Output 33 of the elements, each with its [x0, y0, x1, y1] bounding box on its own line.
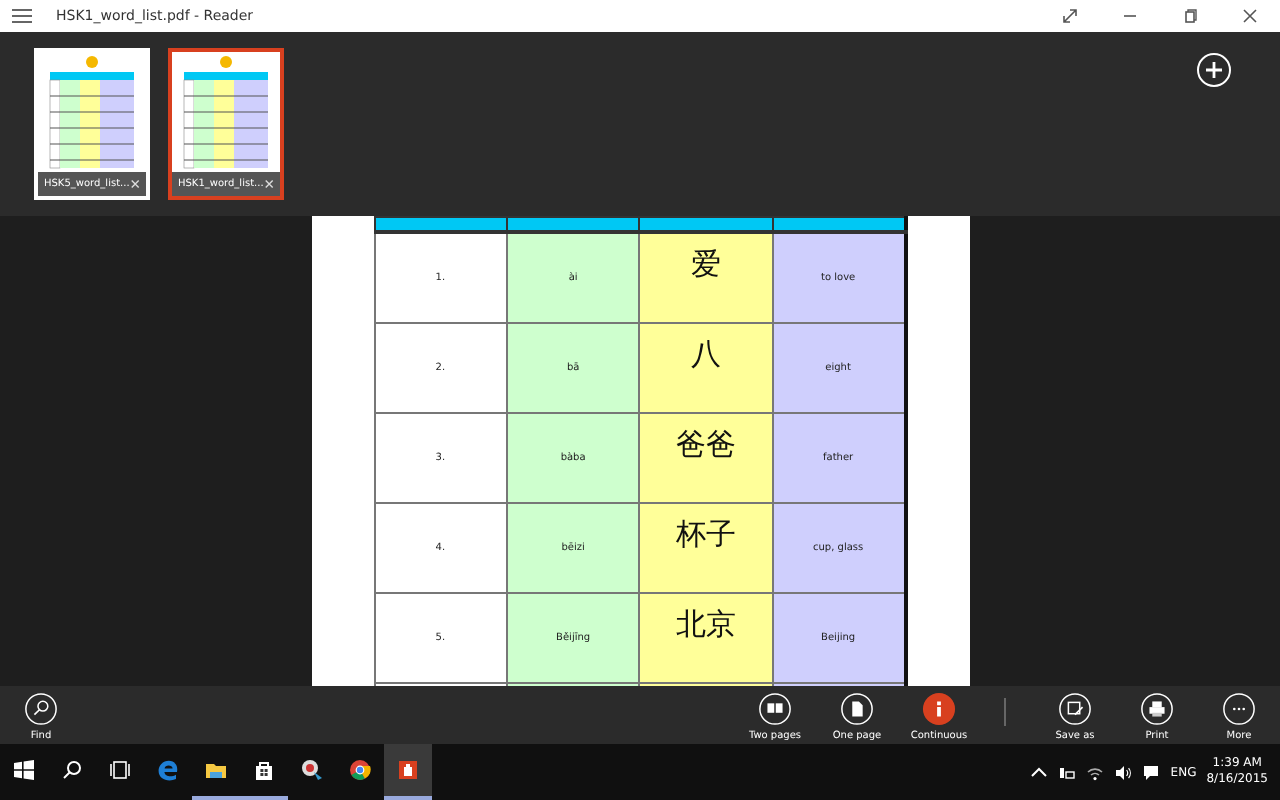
folder-icon	[204, 758, 228, 782]
more-icon	[1222, 692, 1256, 726]
continuous-icon	[922, 692, 956, 726]
browser-icon	[156, 758, 180, 782]
chinese-word: 爸爸	[675, 426, 736, 464]
taskbar-app[interactable]	[384, 744, 432, 800]
menu-icon[interactable]	[12, 8, 32, 24]
chinese-word: 杯子	[675, 516, 736, 554]
task-view-icon	[108, 758, 132, 782]
printer-icon	[1140, 692, 1174, 726]
volume-icon[interactable]	[1114, 763, 1133, 781]
add-icon[interactable]	[1196, 52, 1232, 88]
chinese-word: 爱	[690, 246, 721, 284]
chevron-up-icon[interactable]	[1030, 763, 1049, 781]
close-icon[interactable]	[129, 178, 140, 190]
notification-icon[interactable]	[1142, 763, 1161, 781]
reader-icon	[396, 758, 420, 782]
fullscreen-icon[interactable]	[1058, 6, 1082, 26]
save-icon	[1058, 692, 1092, 726]
wifi-icon[interactable]	[1086, 763, 1105, 781]
close-icon[interactable]	[263, 178, 274, 190]
network-icon[interactable]	[1058, 763, 1077, 781]
shopping-bag-icon	[252, 758, 276, 782]
chinese-word: 八	[690, 336, 721, 374]
search-icon	[60, 758, 84, 782]
chinese-word: 北京	[675, 606, 736, 644]
page-icon	[840, 692, 874, 726]
search-icon	[24, 692, 58, 726]
start-icon	[12, 758, 36, 782]
chrome-icon	[348, 758, 372, 782]
app-icon	[300, 758, 324, 782]
close-icon[interactable]	[1238, 6, 1262, 26]
two-pages-icon	[758, 692, 792, 726]
